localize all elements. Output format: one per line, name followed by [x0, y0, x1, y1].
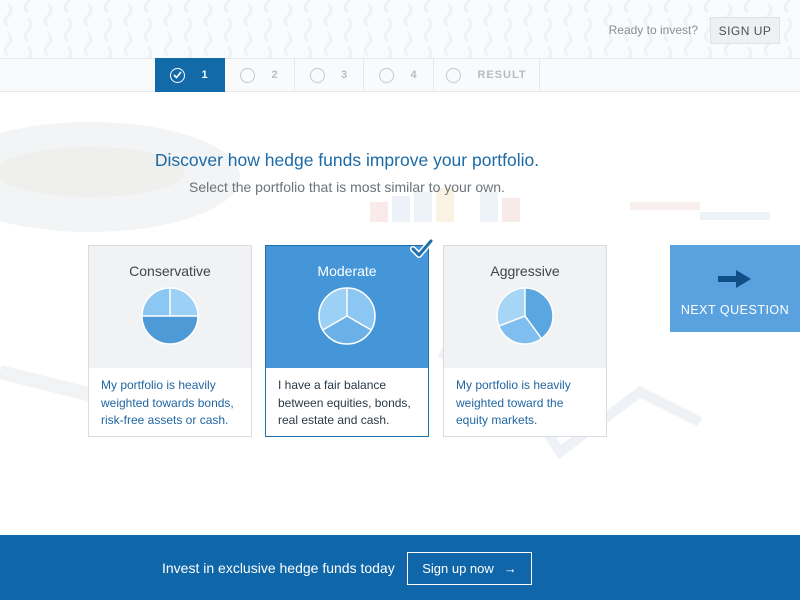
- next-question-button[interactable]: NEXT QUESTION: [670, 245, 800, 332]
- step-3[interactable]: 3: [295, 58, 364, 92]
- page-subheading: Select the portfolio that is most simila…: [189, 179, 505, 195]
- check-icon: [170, 67, 186, 83]
- card-description: My portfolio is heavily weighted towards…: [101, 378, 234, 427]
- step-progress-bar: 1 2 3 4 RESULT: [0, 58, 800, 92]
- card-title: Moderate: [317, 263, 377, 279]
- step-1[interactable]: 1: [155, 58, 225, 92]
- footer-banner: Invest in exclusive hedge funds today Si…: [0, 535, 800, 600]
- ready-to-invest-text: Ready to invest?: [608, 23, 698, 37]
- step-2[interactable]: 2: [225, 58, 295, 92]
- footer-text: Invest in exclusive hedge funds today: [162, 560, 395, 576]
- step-result[interactable]: RESULT: [434, 58, 540, 92]
- step-label: 3: [340, 69, 349, 81]
- circle-icon: [309, 67, 325, 83]
- portfolio-card-conservative[interactable]: Conservative My portfolio is heavily wei…: [88, 245, 252, 437]
- sign-up-now-label: Sign up now: [422, 561, 494, 576]
- circle-icon: [446, 67, 462, 83]
- card-description: My portfolio is heavily weighted toward …: [456, 378, 571, 427]
- next-question-label: NEXT QUESTION: [680, 303, 790, 317]
- checkmark-icon: [410, 238, 434, 258]
- card-description: I have a fair balance between equities, …: [278, 378, 411, 427]
- step-label: 1: [201, 69, 209, 81]
- page-headline: Discover how hedge funds improve your po…: [154, 150, 540, 170]
- sign-up-now-button[interactable]: Sign up now →: [407, 552, 532, 585]
- circle-icon: [379, 67, 395, 83]
- card-title: Conservative: [129, 263, 211, 279]
- card-title: Aggressive: [490, 263, 560, 279]
- step-label: RESULT: [477, 69, 527, 81]
- arrow-right-icon: →: [503, 561, 517, 576]
- arrow-right-icon: [718, 270, 751, 288]
- pie-chart-icon: [496, 287, 554, 345]
- card-header: Moderate: [266, 246, 428, 368]
- circle-icon: [240, 67, 256, 83]
- step-4[interactable]: 4: [364, 58, 434, 92]
- card-header: Conservative: [89, 246, 251, 368]
- sign-up-button[interactable]: SIGN UP: [710, 17, 780, 44]
- pie-chart-icon: [141, 287, 199, 345]
- top-header: Ready to invest? SIGN UP: [0, 0, 800, 58]
- step-label: 4: [410, 69, 418, 81]
- pie-chart-icon: [318, 287, 376, 345]
- portfolio-card-aggressive[interactable]: Aggressive My portfolio is heavily weigh…: [443, 245, 607, 437]
- portfolio-card-moderate[interactable]: Moderate I have a fair balance between e…: [265, 238, 434, 437]
- card-header: Aggressive: [444, 246, 606, 368]
- step-label: 2: [271, 69, 279, 81]
